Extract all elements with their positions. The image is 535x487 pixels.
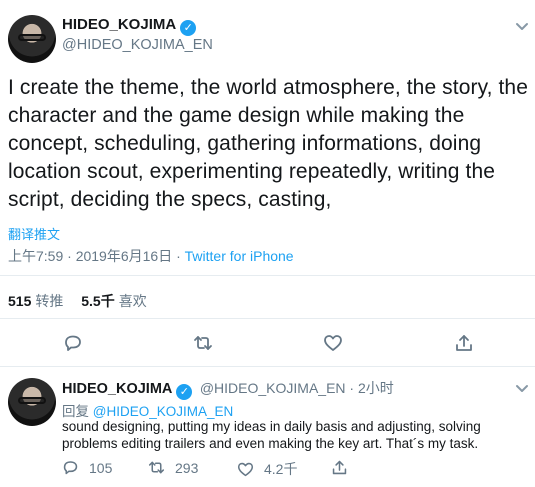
like-button[interactable] [320, 330, 346, 356]
retweet-count: 293 [175, 459, 199, 476]
like-count: 4.2千 [264, 461, 298, 477]
tweet-text: I create the theme, the world atmosphere… [8, 76, 528, 211]
reply-icon [65, 335, 81, 351]
avatar[interactable] [8, 15, 56, 63]
author-name[interactable]: HIDEO_KOJIMA [62, 16, 176, 33]
author-name[interactable]: HIDEO_KOJIMA [62, 381, 172, 397]
likes-count: 5.5千 [81, 293, 115, 309]
chevron-down-icon[interactable] [514, 380, 530, 396]
tweet-meta: 上午7:59 · 2019年6月16日 · Twitter for iPhone [8, 246, 294, 266]
reply-button[interactable]: 105 [62, 459, 112, 476]
author-header: HIDEO_KOJIMA ✓ [62, 16, 197, 36]
author-handle[interactable]: @HIDEO_KOJIMA_EN [200, 380, 346, 396]
verified-badge-icon: ✓ [180, 20, 197, 36]
chevron-down-icon[interactable] [514, 18, 530, 34]
divider [0, 366, 535, 367]
reply-icon [63, 461, 78, 475]
share-button[interactable] [451, 330, 477, 356]
meta-separator: · [172, 248, 185, 264]
reply-header: HIDEO_KOJIMA ✓ @HIDEO_KOJIMA_EN · 2小时 [62, 378, 394, 400]
retweet-icon [148, 461, 165, 474]
time-separator: · [345, 380, 358, 396]
replying-to-handle[interactable]: @HIDEO_KOJIMA_EN [93, 404, 233, 419]
reply-button[interactable] [60, 330, 86, 356]
timestamp[interactable]: 上午7:59 · 2019年6月16日 [8, 248, 172, 264]
verified-badge-icon: ✓ [176, 384, 193, 400]
like-button[interactable]: 4.2千 [237, 459, 297, 479]
reply-time[interactable]: 2小时 [358, 380, 394, 396]
retweets-stat[interactable]: 515 转推 [8, 293, 63, 309]
retweet-icon [194, 336, 212, 350]
avatar[interactable] [8, 378, 56, 426]
reply-count: 105 [89, 459, 113, 476]
tweet-stats: 515 转推 5.5千 喜欢 [8, 291, 147, 311]
retweets-label: 转推 [35, 293, 64, 309]
reply-text: sound designing, putting my ideas in dai… [62, 419, 481, 451]
replying-label: 回复 [62, 404, 89, 419]
replying-to: 回复 @HIDEO_KOJIMA_EN [62, 400, 233, 420]
source-link[interactable]: Twitter for iPhone [185, 248, 294, 264]
translate-tweet-link[interactable]: 翻译推文 [8, 224, 60, 243]
heart-icon [324, 335, 342, 351]
divider [0, 318, 535, 319]
share-icon [456, 335, 472, 351]
likes-stat[interactable]: 5.5千 喜欢 [81, 293, 146, 309]
author-handle[interactable]: @HIDEO_KOJIMA_EN [62, 37, 213, 53]
divider [0, 275, 535, 276]
retweet-button[interactable] [190, 330, 216, 356]
retweet-button[interactable]: 293 [148, 459, 198, 476]
share-button[interactable] [331, 459, 358, 476]
likes-label: 喜欢 [118, 293, 147, 309]
heart-icon [237, 462, 254, 476]
share-icon [332, 460, 347, 475]
avatar-glasses [17, 34, 47, 41]
avatar-glasses [17, 397, 47, 404]
retweets-count: 515 [8, 293, 32, 309]
